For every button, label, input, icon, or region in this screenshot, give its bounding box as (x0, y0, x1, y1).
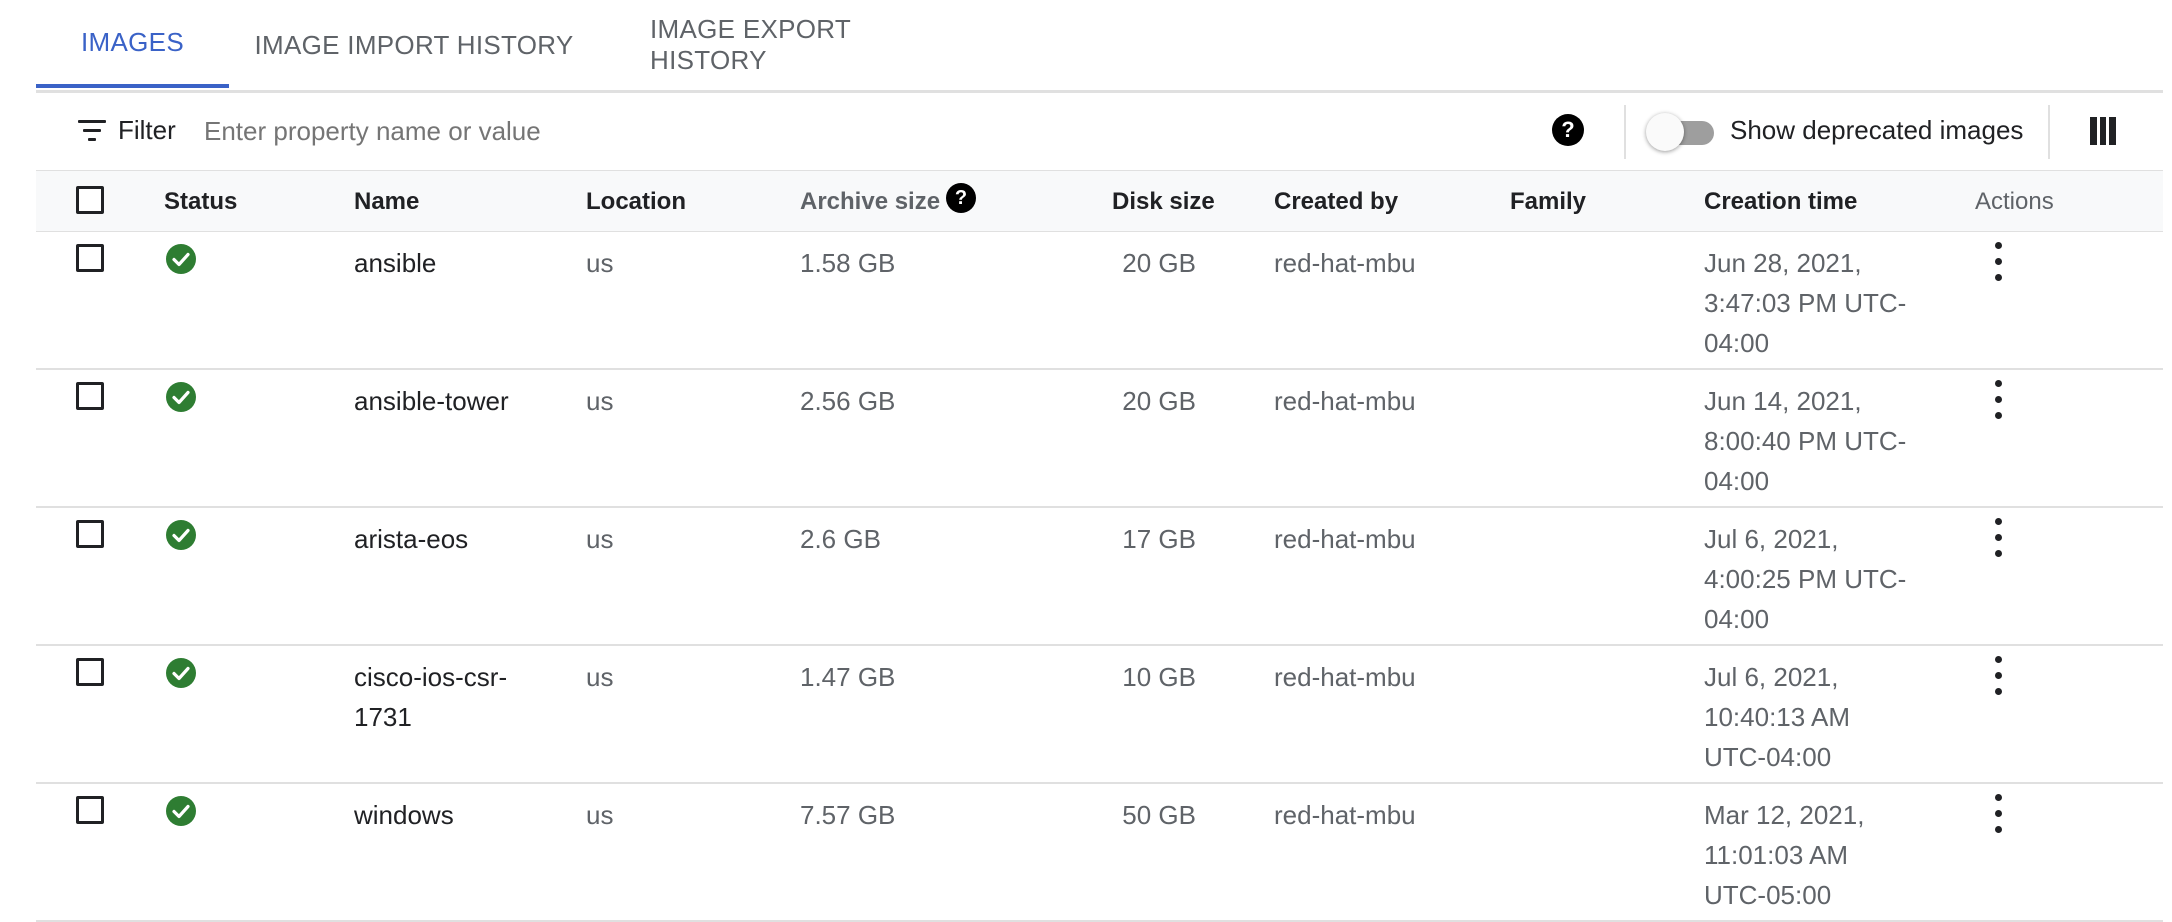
table-row[interactable]: cisco-ios-csr- 1731 us 1.47 GB 10 GB red-hat-… (36, 644, 2163, 784)
tab-image-import-history[interactable]: IMAGE IMPORT HISTORY (254, 0, 574, 90)
archive-size-cell: 2.56 GB (800, 386, 896, 416)
tab-image-export-history[interactable]: IMAGE EXPORT HISTORY (650, 0, 974, 90)
creation-time-line: Jul 6, 2021, (1704, 524, 1839, 554)
creation-time-line: 10:40:13 AM (1704, 702, 1850, 732)
disk-size-cell: 50 GB (1122, 800, 1196, 830)
row-checkbox[interactable] (76, 520, 104, 548)
image-name-link[interactable]: cisco-ios-csr- 1731 (354, 657, 507, 737)
column-header-creation-time[interactable]: Creation time (1704, 188, 1857, 216)
creation-time-line: Jun 14, 2021, (1704, 386, 1862, 416)
location-cell: us (586, 248, 614, 278)
more-vert-icon[interactable] (1990, 656, 2006, 696)
column-header-location[interactable]: Location (586, 188, 686, 216)
creation-time-line: 04:00 (1704, 328, 1770, 358)
created-by-cell: red-hat-mbu (1274, 386, 1416, 416)
more-vert-icon[interactable] (1990, 794, 2006, 834)
created-by-cell: red-hat-mbu (1274, 662, 1416, 692)
row-checkbox[interactable] (76, 244, 104, 272)
check-circle-icon (166, 658, 196, 688)
filter-bar: Filter ? Show deprecated images (36, 93, 2163, 170)
archive-size-cell: 1.47 GB (800, 662, 896, 692)
column-header-actions: Actions (1975, 188, 2054, 215)
archive-size-cell: 1.58 GB (800, 248, 896, 278)
disk-size-cell: 10 GB (1122, 662, 1196, 692)
check-circle-icon (166, 244, 196, 274)
creation-time-line: Mar 12, 2021, (1704, 800, 1865, 830)
archive-size-help-icon[interactable]: ? (946, 183, 976, 213)
row-checkbox[interactable] (76, 382, 104, 410)
check-circle-icon (166, 382, 196, 412)
row-checkbox[interactable] (76, 796, 104, 824)
image-name-line: 1731 (354, 702, 412, 732)
check-circle-icon (166, 796, 196, 826)
creation-time-line: 3:47:03 PM UTC- (1704, 288, 1907, 318)
table-row[interactable]: arista-eos us 2.6 GB 17 GB red-hat-mbu Jul 6,… (36, 506, 2163, 646)
divider (2048, 105, 2050, 159)
column-header-disk-size[interactable]: Disk size (1112, 188, 1215, 216)
creation-time-cell: Jun 28, 2021, 3:47:03 PM UTC- 04:00 (1704, 243, 1906, 363)
image-name-link[interactable]: ansible-tower (354, 381, 509, 421)
creation-time-cell: Mar 12, 2021, 11:01:03 AM UTC-05:00 (1704, 795, 1864, 915)
tab-images[interactable]: IMAGES (36, 0, 229, 88)
created-by-cell: red-hat-mbu (1274, 800, 1416, 830)
column-display-icon[interactable] (2090, 117, 2117, 145)
select-all-checkbox[interactable] (76, 186, 104, 214)
more-vert-icon[interactable] (1990, 242, 2006, 282)
filter-label[interactable]: Filter (118, 115, 176, 146)
creation-time-line: UTC-04:00 (1704, 742, 1832, 772)
creation-time-line: Jul 6, 2021, (1704, 662, 1839, 692)
filter-list-icon[interactable] (78, 120, 106, 142)
creation-time-line: Jun 28, 2021, (1704, 248, 1862, 278)
disk-size-cell: 20 GB (1122, 386, 1196, 416)
show-deprecated-toggle[interactable] (1646, 113, 1724, 151)
created-by-cell: red-hat-mbu (1274, 248, 1416, 278)
creation-time-cell: Jul 6, 2021, 10:40:13 AM UTC-04:00 (1704, 657, 1850, 777)
creation-time-cell: Jul 6, 2021, 4:00:25 PM UTC- 04:00 (1704, 519, 1906, 639)
image-name-link[interactable]: arista-eos (354, 519, 468, 559)
tab-bar: IMAGES IMAGE IMPORT HISTORY IMAGE EXPORT… (36, 0, 2163, 93)
more-vert-icon[interactable] (1990, 380, 2006, 420)
help-icon[interactable]: ? (1552, 114, 1584, 146)
image-name-line: ansible-tower (354, 386, 509, 416)
creation-time-line: 04:00 (1704, 466, 1770, 496)
table-row[interactable]: ansible-tower us 2.56 GB 20 GB red-hat-mbu Ju… (36, 368, 2163, 508)
check-circle-icon (166, 520, 196, 550)
column-header-name[interactable]: Name (354, 188, 419, 216)
column-header-status[interactable]: Status (164, 188, 237, 216)
disk-size-cell: 20 GB (1122, 248, 1196, 278)
column-header-created-by[interactable]: Created by (1274, 188, 1398, 216)
show-deprecated-label: Show deprecated images (1730, 115, 2024, 145)
archive-size-cell: 7.57 GB (800, 800, 896, 830)
filter-input[interactable] (204, 107, 1504, 155)
creation-time-line: 11:01:03 AM (1704, 840, 1849, 870)
location-cell: us (586, 662, 614, 692)
divider (1624, 105, 1626, 159)
archive-size-cell: 2.6 GB (800, 524, 881, 554)
creation-time-line: 04:00 (1704, 604, 1770, 634)
more-vert-icon[interactable] (1990, 518, 2006, 558)
creation-time-line: 8:00:40 PM UTC- (1704, 426, 1907, 456)
image-name-line: ansible (354, 248, 437, 278)
location-cell: us (586, 386, 614, 416)
image-name-line: windows (354, 800, 454, 830)
creation-time-line: UTC-05:00 (1704, 880, 1832, 910)
location-cell: us (586, 524, 614, 554)
image-name-link[interactable]: ansible (354, 243, 436, 283)
image-name-link[interactable]: windows (354, 795, 454, 835)
image-name-line: arista-eos (354, 524, 469, 554)
table-header: Status Name Location Archive size ? Disk… (36, 170, 2163, 232)
creation-time-line: 4:00:25 PM UTC- (1704, 564, 1907, 594)
table-row[interactable]: windows us 7.57 GB 50 GB red-hat-mbu Mar 12, … (36, 782, 2163, 922)
row-checkbox[interactable] (76, 658, 104, 686)
column-header-family[interactable]: Family (1510, 188, 1586, 216)
created-by-cell: red-hat-mbu (1274, 524, 1416, 554)
disk-size-cell: 17 GB (1122, 524, 1196, 554)
table-row[interactable]: ansible us 1.58 GB 20 GB red-hat-mbu Jun 28, … (36, 230, 2163, 370)
image-name-line: cisco-ios-csr- (354, 662, 508, 692)
location-cell: us (586, 800, 614, 830)
column-header-archive-size[interactable]: Archive size (800, 188, 940, 216)
creation-time-cell: Jun 14, 2021, 8:00:40 PM UTC- 04:00 (1704, 381, 1906, 501)
